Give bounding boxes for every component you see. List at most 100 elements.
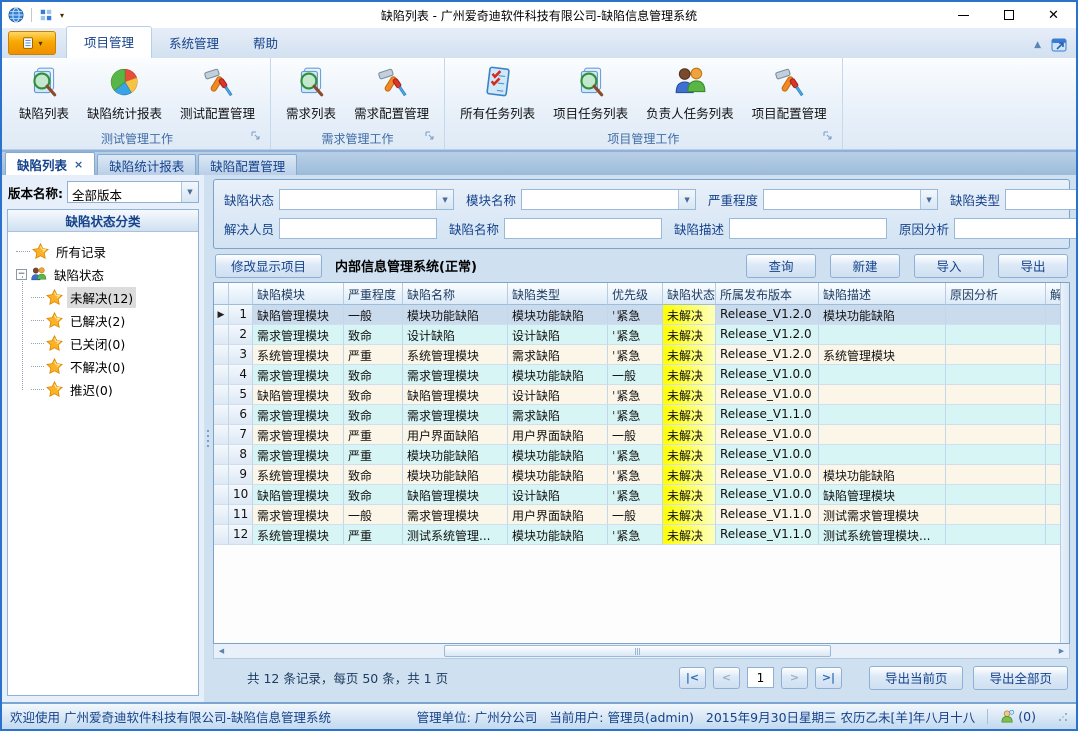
table-row[interactable]: 2需求管理模块致命设计缺陷设计缺陷'紧急未解决Release_V1.2.0: [214, 325, 1060, 345]
ribbon-button-所有任务列表[interactable]: 所有任务列表: [453, 60, 542, 124]
ribbon-tab-帮助[interactable]: 帮助: [236, 28, 295, 58]
grid-header-缺陷名称: 缺陷名称: [403, 283, 508, 305]
cell-status: 未解决: [663, 465, 716, 485]
filter-select-缺陷类型[interactable]: ▼: [1005, 189, 1076, 210]
chevron-down-icon[interactable]: ▼: [920, 190, 937, 209]
filter-input-原因分析[interactable]: [954, 218, 1076, 239]
filter-input-field[interactable]: [280, 219, 436, 238]
table-row[interactable]: 3系统管理模块严重系统管理模块需求缺陷'紧急未解决Release_V1.2.0系…: [214, 345, 1060, 365]
app-menu-button[interactable]: ▾: [8, 31, 56, 55]
action-button-导出[interactable]: 导出: [998, 254, 1068, 278]
action-button-查询[interactable]: 查询: [746, 254, 816, 278]
filter-input-field[interactable]: [955, 219, 1076, 238]
action-button-导入[interactable]: 导入: [914, 254, 984, 278]
help-window-icon[interactable]: [1051, 37, 1068, 53]
table-row[interactable]: 12系统管理模块严重测试系统管理...模块功能缺陷'紧急未解决Release_V…: [214, 525, 1060, 545]
scroll-right-icon[interactable]: ▶: [1054, 644, 1069, 658]
scroll-left-icon[interactable]: ◀: [214, 644, 229, 658]
filter-select-缺陷状态[interactable]: ▼: [279, 189, 454, 210]
filter-input-解决人员[interactable]: [279, 218, 437, 239]
statusbar: 欢迎使用 广州爱奇迪软件科技有限公司-缺陷信息管理系统 管理单位: 广州分公司 …: [2, 702, 1076, 729]
tree-item-所有记录[interactable]: 所有记录: [16, 240, 198, 263]
table-row[interactable]: 6需求管理模块致命需求管理模块需求缺陷'紧急未解决Release_V1.1.0: [214, 405, 1060, 425]
panel-splitter[interactable]: [204, 175, 211, 702]
tree-item-label: 已关闭(0): [67, 333, 128, 354]
ribbon-tab-系统管理[interactable]: 系统管理: [152, 28, 236, 58]
message-indicator[interactable]: (0): [1000, 709, 1036, 724]
tree-item-缺陷状态[interactable]: −缺陷状态: [16, 263, 198, 286]
horizontal-scrollbar[interactable]: ◀ ▶: [213, 644, 1070, 659]
message-count: (0): [1018, 709, 1036, 724]
quick-access-dropdown-icon[interactable]: ▾: [60, 11, 64, 20]
table-row[interactable]: 11需求管理模块一般需求管理模块用户界面缺陷一般未解决Release_V1.1.…: [214, 505, 1060, 525]
tree-item-已关闭(0)[interactable]: 已关闭(0): [16, 332, 198, 355]
filter-input-field[interactable]: [730, 219, 886, 238]
ribbon-button-需求配置管理[interactable]: 需求配置管理: [347, 60, 436, 124]
filter-label: 缺陷类型: [950, 190, 1000, 209]
first-page-button[interactable]: |<: [679, 667, 706, 689]
ribbon-tab-项目管理[interactable]: 项目管理: [66, 26, 152, 58]
collapse-ribbon-icon[interactable]: ▲: [1034, 40, 1041, 50]
filter-input-field[interactable]: [522, 190, 678, 209]
cell-solution: [1046, 525, 1060, 545]
table-row[interactable]: 4需求管理模块致命需求管理模块模块功能缺陷一般未解决Release_V1.0.0: [214, 365, 1060, 385]
filter-input-field[interactable]: [1006, 190, 1076, 209]
next-page-button[interactable]: >: [781, 667, 808, 689]
ribbon-group: 所有任务列表项目任务列表负责人任务列表项目配置管理项目管理工作: [445, 58, 843, 149]
filter-select-模块名称[interactable]: ▼: [521, 189, 696, 210]
table-row[interactable]: 5缺陷管理模块致命缺陷管理模块设计缺陷'紧急未解决Release_V1.0.0: [214, 385, 1060, 405]
dialog-launcher-icon[interactable]: [251, 130, 261, 144]
chevron-down-icon[interactable]: ▼: [181, 182, 198, 202]
minimize-icon: [958, 15, 969, 16]
export-current-page-button[interactable]: 导出当前页: [869, 666, 964, 690]
ribbon-button-测试配置管理[interactable]: 测试配置管理: [173, 60, 262, 124]
action-button-新建[interactable]: 新建: [830, 254, 900, 278]
filter-input-缺陷描述[interactable]: [729, 218, 887, 239]
doc-tab-缺陷列表[interactable]: 缺陷列表×: [5, 152, 95, 175]
ribbon-button-缺陷列表[interactable]: 缺陷列表: [12, 60, 76, 124]
resize-grip-icon[interactable]: [1058, 712, 1068, 722]
ribbon-button-项目配置管理[interactable]: 项目配置管理: [745, 60, 834, 124]
filter-input-field[interactable]: [280, 190, 436, 209]
filter-input-field[interactable]: [764, 190, 920, 209]
table-row[interactable]: ▶1缺陷管理模块一般模块功能缺陷模块功能缺陷'紧急未解决Release_V1.2…: [214, 305, 1060, 325]
ribbon-button-缺陷统计报表[interactable]: 缺陷统计报表: [80, 60, 169, 124]
table-row[interactable]: 10缺陷管理模块致命缺陷管理模块设计缺陷'紧急未解决Release_V1.0.0…: [214, 485, 1060, 505]
ribbon-button-项目任务列表[interactable]: 项目任务列表: [546, 60, 635, 124]
tree-item-不解决(0)[interactable]: 不解决(0): [16, 355, 198, 378]
prev-page-button[interactable]: <: [713, 667, 740, 689]
maximize-button[interactable]: [986, 2, 1031, 28]
row-indicator: [214, 465, 229, 485]
table-row[interactable]: 7需求管理模块严重用户界面缺陷用户界面缺陷一般未解决Release_V1.0.0: [214, 425, 1060, 445]
layout-icon[interactable]: [39, 8, 53, 22]
vertical-scrollbar[interactable]: [1060, 283, 1069, 643]
page-number-input[interactable]: [747, 667, 774, 688]
version-select[interactable]: 全部版本 ▼: [67, 181, 199, 203]
ribbon-button-需求列表[interactable]: 需求列表: [279, 60, 343, 124]
scrollbar-thumb[interactable]: [444, 645, 832, 657]
cell-module: 需求管理模块: [253, 425, 344, 445]
chevron-down-icon[interactable]: ▼: [678, 190, 695, 209]
filter-select-严重程度[interactable]: ▼: [763, 189, 938, 210]
minimize-button[interactable]: [941, 2, 986, 28]
tree-item-已解决(2)[interactable]: 已解决(2): [16, 309, 198, 332]
tree-item-推迟(0)[interactable]: 推迟(0): [16, 378, 198, 401]
filter-input-field[interactable]: [505, 219, 661, 238]
table-row[interactable]: 8需求管理模块严重模块功能缺陷模块功能缺陷'紧急未解决Release_V1.0.…: [214, 445, 1060, 465]
dialog-launcher-icon[interactable]: [823, 130, 833, 144]
titlebar: ▾ 缺陷列表 - 广州爱奇迪软件科技有限公司-缺陷信息管理系统 ✕: [2, 2, 1076, 28]
modify-columns-button[interactable]: 修改显示项目: [215, 254, 322, 278]
filter-input-缺陷名称[interactable]: [504, 218, 662, 239]
dialog-launcher-icon[interactable]: [425, 130, 435, 144]
ribbon-button-负责人任务列表[interactable]: 负责人任务列表: [639, 60, 741, 124]
doc-tab-缺陷统计报表[interactable]: 缺陷统计报表: [97, 154, 196, 175]
last-page-button[interactable]: >|: [815, 667, 842, 689]
export-all-pages-button[interactable]: 导出全部页: [973, 666, 1068, 690]
chevron-down-icon[interactable]: ▼: [436, 190, 453, 209]
table-row[interactable]: 9系统管理模块致命模块功能缺陷模块功能缺陷'紧急未解决Release_V1.0.…: [214, 465, 1060, 485]
doc-tab-缺陷配置管理[interactable]: 缺陷配置管理: [198, 154, 297, 175]
close-button[interactable]: ✕: [1031, 2, 1076, 28]
tree-item-未解决(12)[interactable]: 未解决(12): [16, 286, 198, 309]
cell-solution: [1046, 485, 1060, 505]
tab-close-icon[interactable]: ×: [74, 158, 83, 171]
